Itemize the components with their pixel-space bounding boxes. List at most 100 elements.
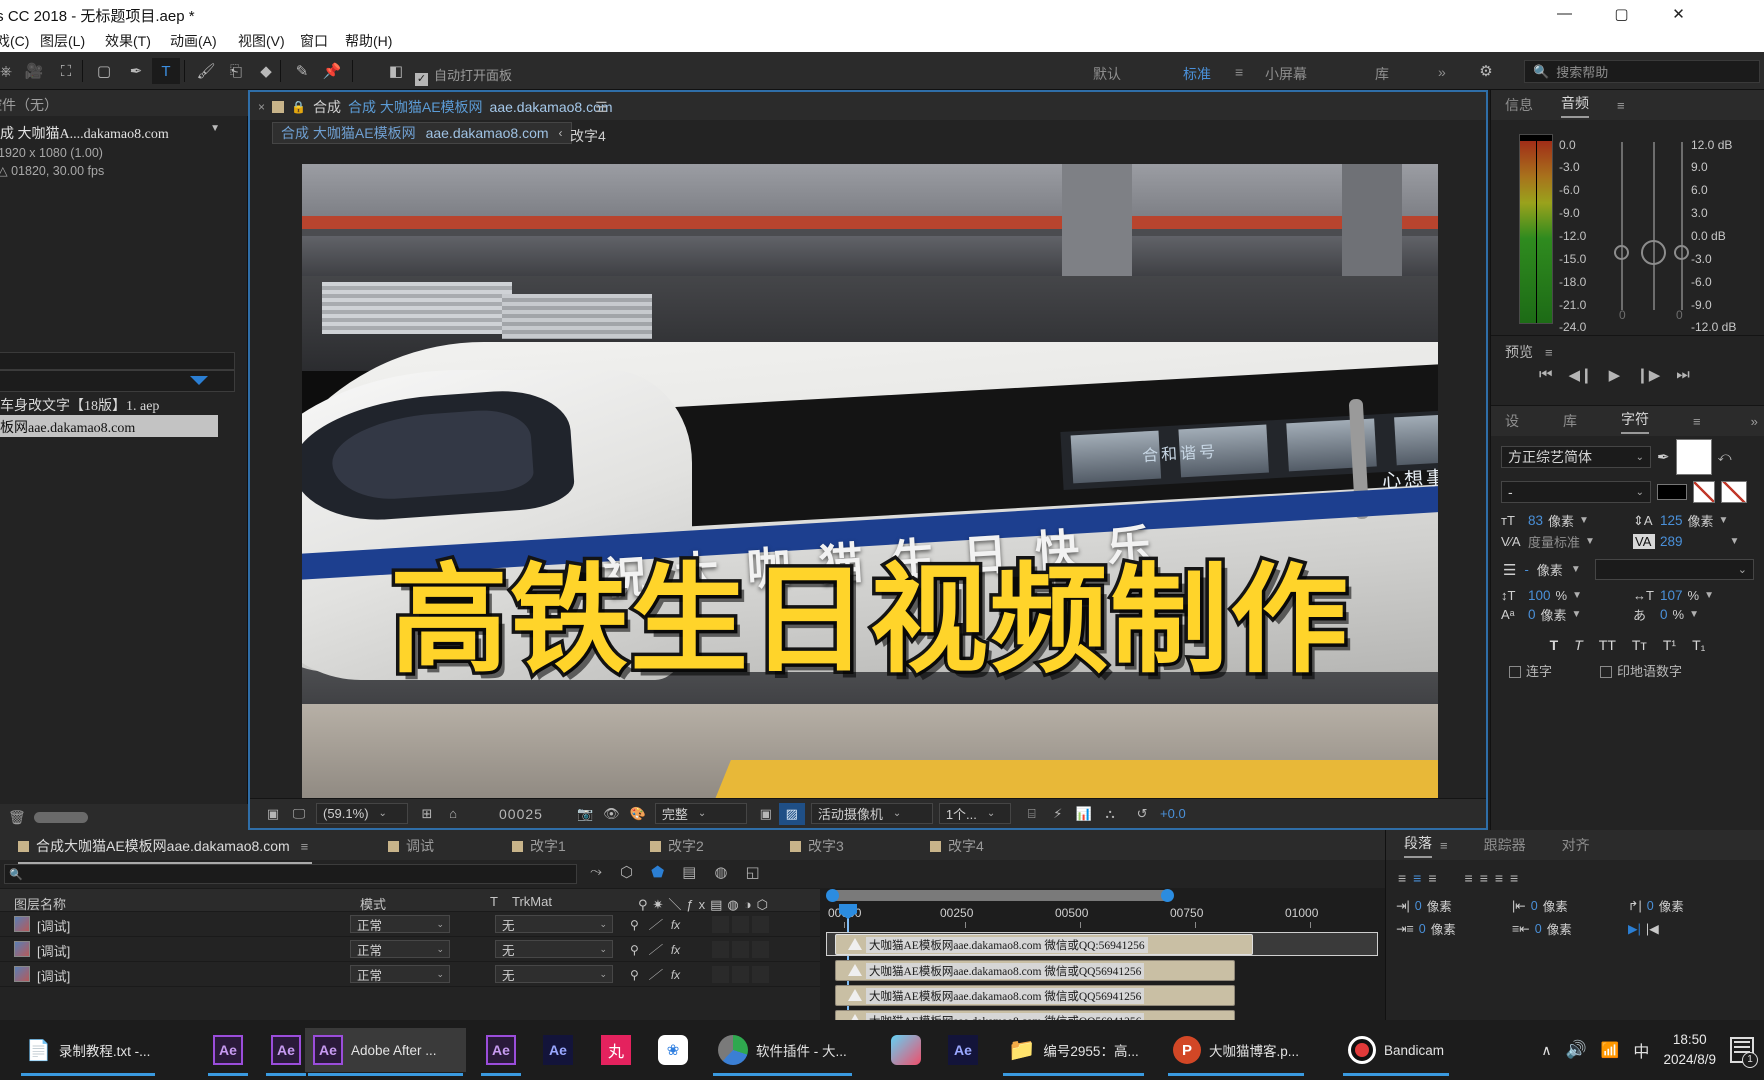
notification-center-icon[interactable]: 1	[1730, 1037, 1758, 1068]
timeline-zoom-scrollbar[interactable]	[826, 889, 1174, 902]
reset-exposure-icon[interactable]: ↺	[1129, 803, 1155, 825]
effects-icon[interactable]: fx	[671, 968, 680, 982]
workspace-overflow[interactable]: »	[1438, 64, 1446, 80]
text-tool-icon[interactable]: T	[152, 58, 180, 84]
taskbar-item-bandicam[interactable]: Bandicam	[1340, 1028, 1452, 1076]
character-panel-menu-icon[interactable]: ≡	[1693, 414, 1701, 429]
horizontal-scale-field[interactable]: ↔T 107 % ▼	[1633, 588, 1761, 603]
tab-paragraph[interactable]: 段落	[1404, 833, 1432, 858]
layer-name[interactable]: [调试]	[37, 916, 70, 935]
frame-blending-icon[interactable]: ▤	[682, 863, 696, 881]
leading-field[interactable]: ⇕A 125 像素 ▼	[1633, 511, 1761, 530]
camera-view-select[interactable]: 活动摄像机 ⌄	[810, 803, 933, 824]
window-maximize-button[interactable]: ▢	[1593, 0, 1650, 27]
first-frame-icon[interactable]: ⏮	[1539, 366, 1553, 384]
breadcrumb[interactable]: 合成 大咖猫AE模板网 aae.dakamao8.com ‹	[272, 122, 572, 144]
small-caps-button[interactable]: Tᴛ	[1632, 637, 1647, 653]
audio-fader-master-track[interactable]	[1653, 142, 1655, 310]
eyedropper-icon[interactable]: ✒	[1657, 448, 1670, 466]
layer-switches[interactable]: ⚲ ／ fx	[630, 941, 680, 958]
workspace-standard[interactable]: 标准	[1183, 64, 1211, 84]
tab-align[interactable]: 对齐	[1562, 835, 1590, 855]
stroke-type-select[interactable]: ⌄	[1594, 559, 1754, 580]
justify-last-right-icon[interactable]: ≡	[1495, 870, 1503, 886]
taskbar-item-browser[interactable]: 软件插件 - 大...	[710, 1028, 855, 1076]
fast-previews-icon[interactable]: ⚡	[1045, 803, 1071, 825]
audio-right-value[interactable]: 0	[1676, 308, 1683, 322]
superscript-button[interactable]: T¹	[1663, 637, 1676, 653]
menu-item-layer[interactable]: 图层(L)	[40, 31, 85, 51]
timeline-ruler[interactable]: 00000 00250 00500 00750 01000	[820, 904, 1385, 928]
effects-icon[interactable]: fx	[671, 918, 680, 932]
column-header-mode[interactable]: 模式	[360, 894, 386, 913]
taskbar-item-powerpoint[interactable]: P 大咖猫博客.p...	[1165, 1028, 1307, 1076]
chevron-left-icon[interactable]: ‹	[559, 126, 563, 140]
space-after-field[interactable]: ≡⇤ 0 像素	[1512, 919, 1624, 938]
tray-chevron-up-icon[interactable]: ∧	[1541, 1042, 1551, 1059]
tab-character[interactable]: 字符	[1621, 409, 1649, 434]
timeline-tab-text1[interactable]: 改字1	[512, 836, 566, 856]
eraser-tool-icon[interactable]: ◆	[252, 58, 280, 84]
table-row[interactable]: [调试] 正常 ⌄ 无 ⌄ ⚲ ／ fx	[0, 962, 820, 987]
play-icon[interactable]: ▶	[1609, 366, 1621, 384]
align-right-icon[interactable]: ≡	[1428, 870, 1436, 886]
audio-fader-left-knob[interactable]	[1614, 245, 1629, 260]
zoom-level-select[interactable]: (59.1%) ⌄	[316, 803, 408, 824]
tsume-field[interactable]: あ 0 % ▼	[1633, 605, 1761, 624]
project-list-item[interactable]: 模板网aae.dakamao8.com	[0, 415, 218, 437]
audio-panel-menu-icon[interactable]: ≡	[1617, 98, 1625, 113]
taskbar-item-notepad[interactable]: 📄 录制教程.txt -...	[18, 1028, 158, 1076]
search-help-input[interactable]: 🔍 搜索帮助	[1524, 60, 1760, 83]
keyframe-marker[interactable]	[848, 989, 862, 1001]
ime-language-icon[interactable]: 中	[1633, 1038, 1649, 1062]
hindi-digits-checkbox[interactable]: 印地语数字	[1600, 661, 1682, 680]
show-snapshot-icon[interactable]: 👁	[598, 803, 625, 825]
no-fill-swatch[interactable]	[1693, 481, 1715, 503]
hide-shy-layers-icon[interactable]: ⬟	[651, 863, 664, 881]
volume-icon[interactable]: 🔊	[1566, 1040, 1587, 1060]
indent-right-field[interactable]: |⇤ 0 像素	[1512, 896, 1624, 915]
tab-audio[interactable]: 音频	[1561, 93, 1589, 118]
audio-fader-left-track[interactable]	[1621, 142, 1623, 310]
workspace-small-screen[interactable]: 小屏幕	[1265, 64, 1307, 84]
layer-switches[interactable]: ⚲ ／ fx	[630, 916, 680, 933]
fill-color-swatch[interactable]	[1675, 439, 1712, 475]
clone-stamp-tool-icon[interactable]: ⎗	[222, 58, 250, 84]
zoom-handle-left[interactable]	[826, 889, 839, 902]
always-preview-icon[interactable]: ▣	[260, 803, 286, 825]
switch-box[interactable]	[732, 916, 749, 933]
taskbar-item-folder[interactable]: 📁 编号2955：高...	[1000, 1028, 1147, 1076]
switch-box[interactable]	[732, 941, 749, 958]
layer-switch-boxes[interactable]	[712, 941, 769, 958]
keyframe-marker[interactable]	[848, 938, 862, 950]
snapshot-icon[interactable]: 📷	[572, 803, 598, 825]
layer-switch-boxes[interactable]	[712, 966, 769, 983]
indent-first-line-field[interactable]: ↱| 0 像素	[1628, 896, 1740, 915]
audio-left-value[interactable]: 0	[1619, 308, 1626, 322]
previous-frame-icon[interactable]: ◀❙	[1569, 366, 1593, 384]
pixel-aspect-correction-icon[interactable]: ⌸	[1019, 803, 1045, 825]
audio-fader-right-knob[interactable]	[1674, 245, 1689, 260]
main-view-icon[interactable]: 🖵	[286, 803, 312, 825]
region-tool-icon[interactable]: ⛶	[52, 58, 80, 84]
project-sort-caret-icon[interactable]	[190, 376, 208, 385]
project-comp-dropdown-icon[interactable]: ▼	[210, 123, 220, 134]
layer-mode-select[interactable]: 正常 ⌄	[350, 940, 450, 958]
subscript-button[interactable]: T₁	[1692, 637, 1705, 653]
kerning-field[interactable]: V⁄A 度量标准 ▼	[1501, 532, 1629, 551]
channels-icon[interactable]: 🎨	[625, 803, 651, 825]
project-list-item[interactable]: 窗车身改文字【18版】1. aep	[0, 393, 218, 415]
column-header-trkmat[interactable]: TrkMat	[512, 894, 552, 909]
layer-mode-select[interactable]: 正常 ⌄	[350, 915, 450, 933]
column-header-t[interactable]: T	[490, 894, 498, 909]
timeline-icon[interactable]: 📊	[1071, 803, 1097, 825]
none-swatch[interactable]	[1721, 481, 1747, 503]
puppet-pin-tool-icon[interactable]: 📌	[318, 58, 346, 84]
layer-mode-select[interactable]: 正常 ⌄	[350, 965, 450, 983]
window-close-button[interactable]: ✕	[1650, 0, 1707, 27]
menu-item-help[interactable]: 帮助(H)	[345, 31, 392, 51]
workspace-default[interactable]: 默认	[1093, 64, 1121, 84]
vertical-scale-field[interactable]: ↕T 100 % ▼	[1501, 588, 1629, 603]
breadcrumb-item-next[interactable]: 改字4	[570, 126, 606, 146]
timeline-tab-text4[interactable]: 改字4	[930, 836, 984, 856]
